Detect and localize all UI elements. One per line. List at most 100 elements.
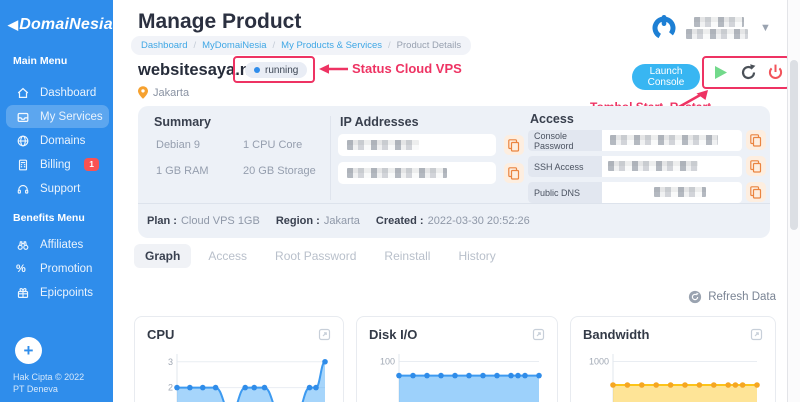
- plan-meta-row: Plan : Cloud VPS 1GB Region : Jakarta Crea…: [138, 203, 770, 238]
- created-value: 2022-03-30 20:52:26: [427, 215, 530, 227]
- copy-ip-1-button[interactable]: [504, 135, 524, 155]
- plus-icon: +: [23, 340, 34, 360]
- summary-storage: 20 GB Storage: [243, 165, 316, 177]
- domainesia-logo[interactable]: ◀DomaiNesia: [8, 16, 113, 34]
- scrollbar-thumb[interactable]: [790, 60, 798, 230]
- panel-divider: [330, 116, 331, 200]
- ip-address-2-redacted: [338, 162, 496, 184]
- plan-value: Cloud VPS 1GB: [180, 215, 260, 227]
- chevron-down-icon[interactable]: ▼: [760, 22, 771, 34]
- page-scrollbar: [787, 0, 800, 402]
- region-value: Jakarta: [323, 215, 360, 227]
- bandwidth-chart-title: Bandwidth: [583, 327, 650, 342]
- svg-text:3: 3: [168, 357, 173, 367]
- copy-icon: [508, 166, 520, 180]
- status-dot-icon: [254, 67, 260, 73]
- refresh-circle-icon: [689, 290, 702, 304]
- cpu-chart-title: CPU: [147, 327, 175, 342]
- disk-io-chart-title: Disk I/O: [369, 327, 418, 342]
- access-row-ssh: SSH Access: [528, 156, 742, 177]
- billing-badge: 1: [84, 158, 99, 171]
- breadcrumb-mydomainesia[interactable]: MyDomaiNesia: [202, 40, 266, 51]
- power-off-button[interactable]: [766, 63, 785, 82]
- page-title: Manage Product: [138, 10, 302, 33]
- annotation-status-note: Status Cloud VPS: [352, 61, 462, 76]
- summary-ram: 1 GB RAM: [156, 165, 209, 177]
- gift-icon: [17, 287, 29, 298]
- headset-icon: [17, 184, 29, 194]
- bandwidth-chart: 1000500: [589, 354, 760, 402]
- sidebar-item-billing[interactable]: Billing 1: [6, 153, 109, 176]
- detail-tabs: Graph Access Root Password Reinstall His…: [134, 244, 507, 268]
- product-location: Jakarta: [138, 86, 189, 99]
- copy-ip-2-button[interactable]: [504, 163, 524, 183]
- charts-row: CPU 321 Disk I/O 10050 Bandwidth 1000500: [134, 316, 776, 402]
- summary-cpu: 1 CPU Core: [243, 139, 303, 151]
- play-icon: [715, 66, 727, 79]
- copy-public-dns-button[interactable]: [746, 182, 766, 202]
- copyright: Hak Cipta © 2022 PT Deneva: [13, 372, 85, 394]
- tab-history[interactable]: History: [447, 244, 506, 268]
- annotation-arrow-left-icon: [319, 64, 348, 74]
- sidebar-item-support[interactable]: Support: [6, 177, 109, 200]
- bandwidth-chart-card: Bandwidth 1000500: [570, 316, 776, 402]
- sidebar-item-epicpoints[interactable]: Epicpoints: [6, 281, 109, 304]
- tab-graph[interactable]: Graph: [134, 244, 192, 268]
- svg-text:100: 100: [380, 357, 395, 367]
- sidebar-add-button[interactable]: +: [15, 337, 42, 364]
- svg-text:1000: 1000: [589, 357, 609, 367]
- percent-icon: %: [16, 262, 26, 275]
- sidebar-item-promotion[interactable]: % Promotion: [6, 257, 109, 280]
- disk-io-chart: 10050: [380, 354, 542, 402]
- sidebar-item-my-services[interactable]: My Services: [6, 105, 109, 128]
- sidebar-item-affiliates[interactable]: Affiliates: [6, 233, 109, 256]
- access-title: Access: [530, 112, 574, 126]
- user-avatar-logo[interactable]: [649, 12, 679, 42]
- sidebar-item-domains[interactable]: Domains: [6, 129, 109, 152]
- tab-reinstall[interactable]: Reinstall: [373, 244, 441, 268]
- summary-title: Summary: [154, 115, 211, 129]
- globe-icon: [17, 135, 29, 146]
- breadcrumb: Dashboard / MyDomaiNesia / My Products &…: [131, 36, 472, 55]
- ssh-access-redacted: [602, 156, 742, 177]
- main-menu-label: Main Menu: [13, 55, 68, 67]
- breadcrumb-product-details: Product Details: [396, 40, 462, 51]
- breadcrumb-products-services[interactable]: My Products & Services: [281, 40, 382, 51]
- ip-address-1-redacted: [338, 134, 496, 156]
- sidebar-item-dashboard[interactable]: Dashboard: [6, 81, 109, 104]
- disk-io-chart-card: Disk I/O 10050: [356, 316, 558, 402]
- expand-icon[interactable]: [318, 328, 331, 341]
- refresh-data-button[interactable]: Refresh Data: [688, 290, 776, 304]
- tab-root-password[interactable]: Root Password: [264, 244, 367, 268]
- start-button[interactable]: [711, 63, 730, 82]
- access-row-public-dns: Public DNS: [528, 182, 742, 203]
- summary-os: Debian 9: [156, 139, 201, 151]
- tab-access[interactable]: Access: [197, 244, 258, 268]
- user-name-redacted: [686, 17, 748, 39]
- console-password-redacted: [602, 130, 742, 151]
- status-badge: running: [245, 62, 308, 78]
- launch-console-button[interactable]: Launch Console: [632, 64, 700, 90]
- restart-button[interactable]: [739, 63, 758, 82]
- ip-addresses-title: IP Addresses: [340, 115, 419, 129]
- cpu-chart: 321: [168, 354, 328, 402]
- cpu-chart-card: CPU 321: [134, 316, 344, 402]
- product-info-panel: Summary Debian 9 1 CPU Core 1 GB RAM 20 …: [138, 106, 770, 238]
- services-icon: [17, 112, 29, 122]
- sidebar: ◀DomaiNesia Main Menu Dashboard My Servi…: [0, 0, 113, 402]
- copy-console-password-button[interactable]: [746, 130, 766, 150]
- billing-icon: [18, 159, 28, 170]
- breadcrumb-dashboard[interactable]: Dashboard: [141, 40, 187, 51]
- expand-icon[interactable]: [532, 328, 545, 341]
- svg-text:2: 2: [168, 383, 173, 393]
- expand-icon[interactable]: [750, 328, 763, 341]
- logo-triangle-icon: ◀: [8, 17, 19, 32]
- location-pin-icon: [138, 86, 148, 99]
- binoculars-icon: [17, 240, 29, 250]
- copy-ssh-button[interactable]: [746, 156, 766, 176]
- benefits-menu-label: Benefits Menu: [13, 212, 85, 224]
- copy-icon: [750, 185, 762, 199]
- home-icon: [17, 87, 29, 98]
- copy-icon: [750, 133, 762, 147]
- copy-icon: [750, 159, 762, 173]
